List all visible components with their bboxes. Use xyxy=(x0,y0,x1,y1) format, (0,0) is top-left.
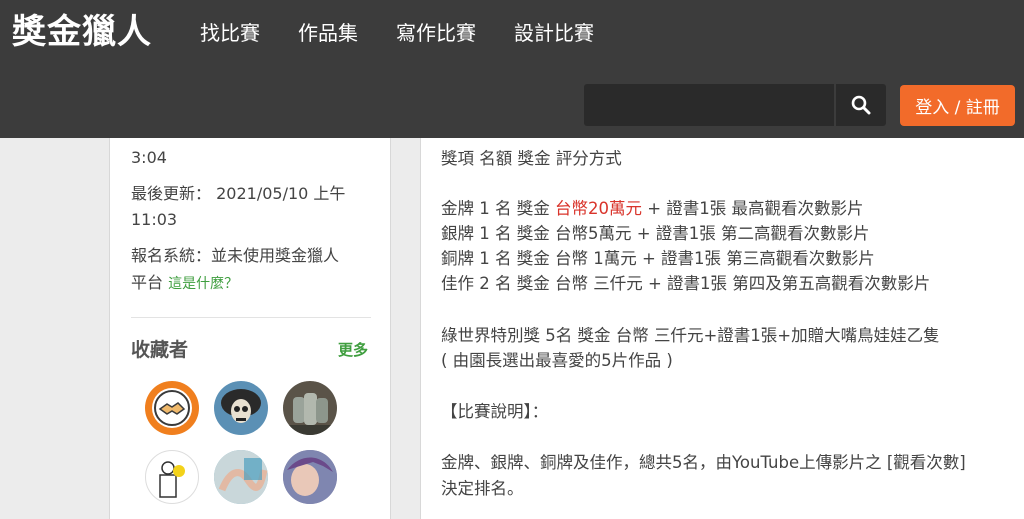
more-collectors-link[interactable]: 更多 xyxy=(338,339,368,360)
hands-avatar[interactable] xyxy=(214,450,268,504)
login-register-button[interactable]: 登入 / 註冊 xyxy=(900,85,1015,126)
sketch-icon xyxy=(159,461,185,498)
contest-content: 獎項 名額 獎金 評分方式 金牌 1 名 獎金 台幣20萬元 + 證書1張 最高… xyxy=(420,138,1024,519)
last-updated-time: 11:03 xyxy=(131,210,178,229)
hands-icon xyxy=(214,450,268,504)
handshake-icon xyxy=(152,388,192,428)
prize-gold: 金牌 1 名 獎金 台幣20萬元 + 證書1張 最高觀看次數影片 xyxy=(441,197,864,221)
nav-portfolio[interactable]: 作品集 xyxy=(298,18,358,48)
prize-bronze: 銅牌 1 名 獎金 台幣 1萬元 + 證書1張 第三高觀看次數影片 xyxy=(441,249,875,268)
search-button[interactable] xyxy=(834,84,886,126)
search-input[interactable] xyxy=(584,84,834,126)
search-bar xyxy=(584,84,886,126)
prize-green-world: 綠世界特別獎 5名 獎金 台幣 三仟元+證書1張+加贈大嘴鳥娃娃乙隻 xyxy=(441,326,940,345)
gold-prefix: 金牌 1 名 獎金 xyxy=(441,199,555,218)
main-nav: 找比賽 作品集 寫作比賽 設計比賽 xyxy=(200,18,594,48)
anime-avatar[interactable] xyxy=(283,450,337,504)
site-logo[interactable]: 獎金獵人 xyxy=(12,12,152,52)
search-icon xyxy=(851,95,871,115)
prize-silver: 銀牌 1 名 獎金 台幣5萬元 + 證書1張 第二高觀看次數影片 xyxy=(441,224,870,243)
signup-system-tail: 平台 這是什麼？ xyxy=(131,269,238,298)
top-bar: 獎金獵人 找比賽 作品集 寫作比賽 設計比賽 登入 / 註冊 xyxy=(0,0,1024,138)
description-line-1: 金牌、銀牌、銅牌及佳作，總共5名，由YouTube上傳影片之 [觀看次數] xyxy=(441,453,966,472)
sidebar-divider xyxy=(131,317,371,318)
moai-icon xyxy=(283,393,337,435)
deadline-time-tail: 3:04 xyxy=(131,148,167,167)
signup-system: 報名系統：並未使用獎金獵人 xyxy=(131,246,340,265)
gold-amount: 台幣20萬元 xyxy=(554,199,642,218)
description-line-2: 決定排名。 xyxy=(441,479,524,498)
collectors-title: 收藏者 xyxy=(131,339,189,361)
prize-green-note: ( 由園長選出最喜愛的5片作品 ) xyxy=(441,351,673,370)
nav-design-contest[interactable]: 設計比賽 xyxy=(514,18,594,48)
skull-avatar[interactable] xyxy=(214,381,268,435)
gold-suffix: + 證書1張 最高觀看次數影片 xyxy=(641,199,864,218)
handshake-avatar[interactable] xyxy=(145,381,199,435)
last-updated: 最後更新： 2021/05/10 上午 xyxy=(131,180,345,208)
prize-table-header: 獎項 名額 獎金 評分方式 xyxy=(441,149,622,168)
moai-avatar[interactable] xyxy=(283,381,337,435)
last-updated-label: 最後更新： xyxy=(131,184,212,203)
what-is-this-link[interactable]: 這是什麼？ xyxy=(168,276,238,292)
anime-icon xyxy=(283,450,337,504)
section-title: 【比賽說明】： xyxy=(441,402,549,421)
sketch-avatar[interactable] xyxy=(145,450,199,504)
last-updated-date: 2021/05/10 上午 xyxy=(216,184,346,203)
contest-sidebar: 3:04 最後更新： 2021/05/10 上午 11:03 報名系統：並未使用… xyxy=(109,138,391,519)
signup-tail-text: 平台 xyxy=(131,273,164,292)
nav-find-contest[interactable]: 找比賽 xyxy=(200,18,260,48)
skull-icon xyxy=(221,389,261,423)
nav-writing-contest[interactable]: 寫作比賽 xyxy=(396,18,476,48)
prize-merit: 佳作 2 名 獎金 台幣 三仟元 + 證書1張 第四及第五高觀看次數影片 xyxy=(441,274,931,293)
